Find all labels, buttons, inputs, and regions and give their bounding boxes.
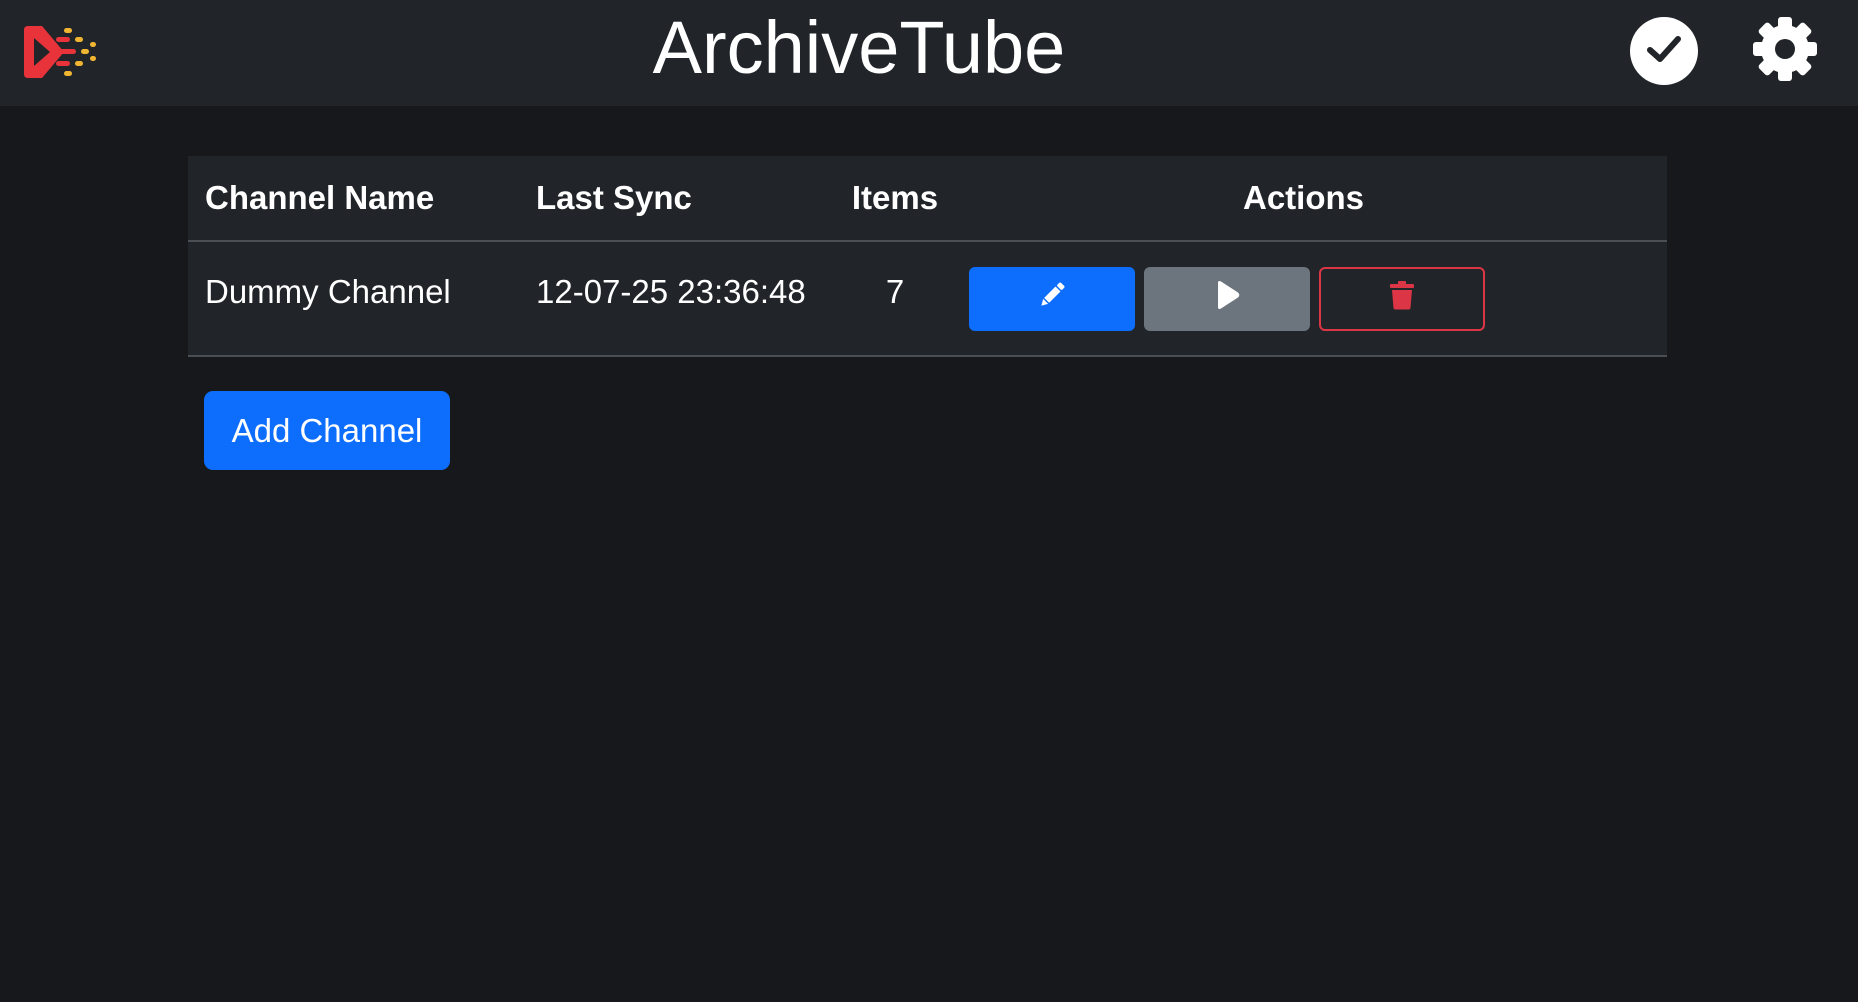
column-header-items: Items	[850, 156, 940, 242]
delete-channel-button[interactable]	[1319, 266, 1485, 331]
table-row: Dummy Channel 12-07-25 23:36:48 7	[188, 241, 1667, 357]
gear-icon	[1752, 16, 1818, 87]
column-header-last-sync: Last Sync	[519, 156, 850, 242]
pencil-icon	[1036, 279, 1068, 319]
items-cell: 7	[850, 241, 940, 357]
sync-channel-button[interactable]	[1144, 266, 1310, 331]
status-button[interactable]	[1630, 17, 1698, 85]
column-header-channel-name: Channel Name	[188, 156, 519, 242]
top-navbar: ArchiveTube	[0, 0, 1858, 106]
channels-table: Channel Name Last Sync Items Actions Dum…	[188, 156, 1667, 357]
app-title: ArchiveTube	[652, 6, 1066, 89]
channel-name-cell: Dummy Channel	[188, 241, 519, 357]
table-header-row: Channel Name Last Sync Items Actions	[188, 156, 1667, 242]
actions-cell	[940, 241, 1667, 357]
column-header-actions: Actions	[940, 156, 1667, 242]
settings-button[interactable]	[1750, 16, 1820, 86]
check-circle-icon	[1646, 34, 1682, 69]
last-sync-cell: 12-07-25 23:36:48	[519, 241, 850, 357]
edit-channel-button[interactable]	[969, 266, 1135, 331]
add-channel-button[interactable]: Add Channel	[204, 391, 450, 470]
trash-icon	[1389, 280, 1415, 318]
play-icon	[1213, 280, 1241, 318]
